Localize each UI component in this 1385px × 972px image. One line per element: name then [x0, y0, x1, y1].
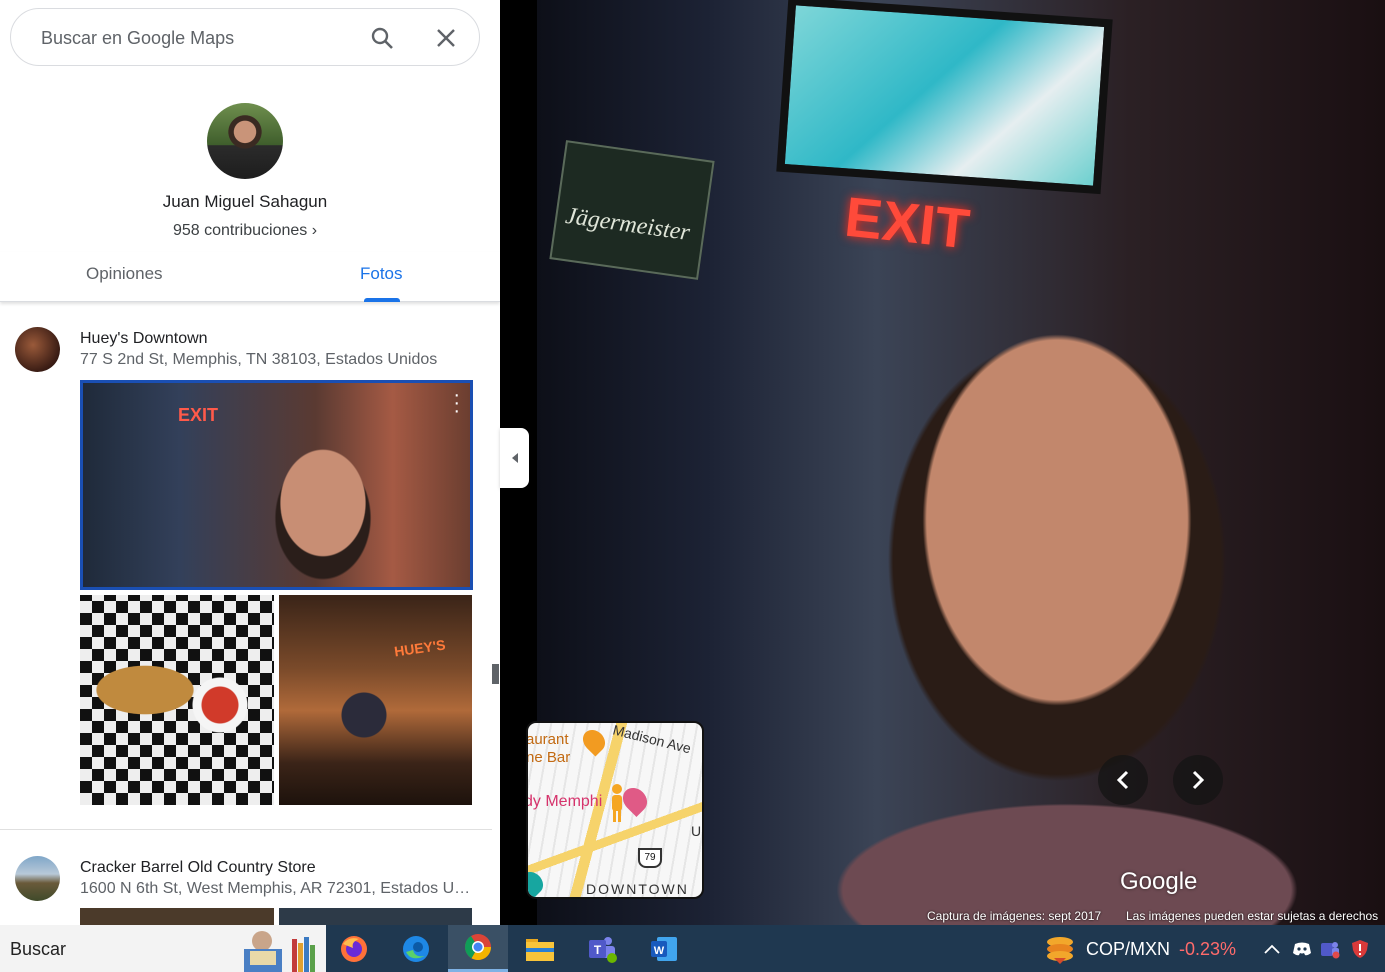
chrome-app[interactable]: [448, 925, 508, 972]
screen: Juan Miguel Sahagun 958 contribuciones ›…: [0, 0, 1385, 972]
active-tab-indicator: [364, 298, 400, 302]
teams-tray-icon[interactable]: [1318, 937, 1342, 961]
ticker-change: -0.23%: [1179, 939, 1237, 959]
transit-pin-icon: [528, 867, 548, 897]
place-thumbnail[interactable]: [15, 327, 60, 372]
teams-app[interactable]: T: [572, 925, 632, 972]
taskbar-search-label: Buscar: [10, 939, 67, 959]
photo-bar[interactable]: HUEY'S: [279, 595, 472, 805]
edge-icon: [403, 935, 429, 962]
restaurant-pin-icon: [578, 725, 610, 757]
discord-icon[interactable]: [1290, 937, 1314, 961]
search-box[interactable]: [10, 8, 480, 66]
map-label-place: dy Memphi: [526, 793, 603, 810]
firefox-icon: [341, 935, 367, 962]
close-icon[interactable]: [431, 23, 461, 53]
ticker-symbol[interactable]: COP/MXN: [1086, 939, 1170, 960]
word-icon: W: [651, 936, 677, 961]
file-explorer-app[interactable]: [510, 925, 570, 972]
tab-reviews[interactable]: Opiniones: [86, 264, 163, 284]
next-photo-button[interactable]: [1173, 755, 1223, 805]
place-address: 1600 N 6th St, West Memphis, AR 72301, E…: [80, 880, 475, 897]
route-shield: 79: [638, 848, 662, 868]
stocks-widget-icon[interactable]: [1044, 934, 1076, 964]
firefox-app[interactable]: [324, 925, 384, 972]
place-name[interactable]: Cracker Barrel Old Country Store: [80, 859, 316, 877]
previous-photo-button[interactable]: [1098, 755, 1148, 805]
side-panel: Juan Miguel Sahagun 958 contribuciones ›…: [0, 0, 500, 925]
profile-avatar[interactable]: [207, 103, 283, 179]
teams-icon: T: [589, 936, 617, 963]
svg-text:W: W: [654, 945, 665, 957]
map-label-restaurant: aurant ne Bar: [526, 731, 571, 766]
map-label-road: U: [691, 823, 702, 839]
place-address: 77 S 2nd St, Memphis, TN 38103, Estados …: [80, 351, 438, 368]
search-icon[interactable]: [367, 23, 397, 53]
place-name[interactable]: Huey's Downtown: [80, 330, 208, 348]
mini-map[interactable]: aurant ne Bar Madison Ave dy Memphi U 79…: [526, 721, 704, 899]
exit-sign: EXIT: [842, 184, 973, 261]
svg-text:T: T: [594, 943, 602, 957]
tv-screen: [776, 0, 1113, 195]
photo-thumbnail[interactable]: [279, 908, 472, 925]
place-thumbnail[interactable]: [15, 856, 60, 901]
jagermeister-sign: Jägermeister: [549, 140, 715, 280]
photo-exit-sign: EXIT: [178, 405, 219, 425]
search-highlight-icon: [244, 931, 315, 972]
search-input[interactable]: [41, 25, 341, 51]
word-app[interactable]: W: [634, 925, 694, 972]
chrome-icon: [464, 934, 492, 961]
map-label-street: Madison Ave: [611, 721, 693, 757]
tab-photos[interactable]: Fotos: [360, 264, 403, 284]
taskbar-search[interactable]: Buscar: [0, 925, 326, 972]
profile-name: Juan Miguel Sahagun: [162, 192, 328, 211]
rights-notice[interactable]: Las imágenes pueden estar sujetas a dere…: [1126, 909, 1378, 923]
photo-thumbnail[interactable]: [80, 908, 274, 925]
more-options-icon[interactable]: · · ·: [453, 385, 460, 421]
edge-app[interactable]: [386, 925, 446, 972]
contributions-link[interactable]: 958 contribuciones ›: [0, 222, 490, 240]
file-explorer-icon: [526, 938, 554, 961]
pegman-icon: [612, 784, 622, 822]
collapse-panel-button[interactable]: [500, 428, 529, 488]
divider: [0, 829, 492, 830]
tab-bar: Opiniones Fotos: [0, 252, 500, 302]
shield-icon[interactable]: [1348, 937, 1372, 961]
chevron-up-icon[interactable]: [1260, 937, 1284, 961]
map-label-district: DOWNTOWN: [586, 881, 689, 897]
photo-food[interactable]: [80, 595, 274, 805]
capture-date: Captura de imágenes: sept 2017: [927, 909, 1102, 923]
chevron-left-icon: [1116, 770, 1129, 790]
google-logo: Google: [1120, 868, 1198, 895]
taskbar: Buscar T W COP/MXN -0.23%: [0, 925, 1385, 972]
photo-bar-sign: HUEY'S: [393, 636, 447, 660]
scrollbar-thumb[interactable]: [492, 664, 499, 684]
photo-selected[interactable]: EXIT · · ·: [80, 380, 473, 590]
chevron-left-icon: [511, 453, 518, 463]
chevron-right-icon: [1192, 770, 1205, 790]
